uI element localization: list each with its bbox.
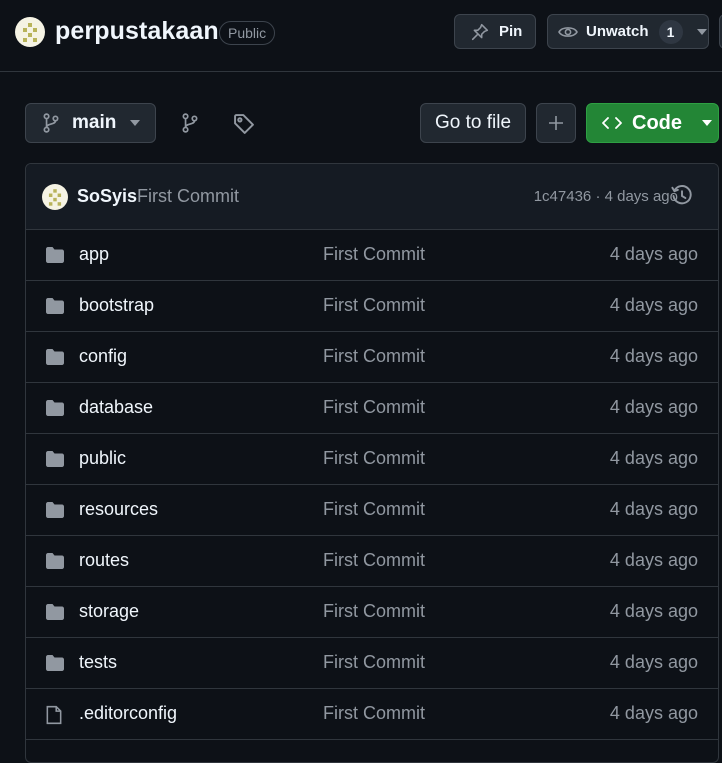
file-commit-message-link[interactable]: First Commit — [323, 448, 425, 469]
table-row[interactable]: bootstrap First Commit 4 days ago — [26, 281, 718, 332]
file-commit-message-link[interactable]: First Commit — [323, 346, 425, 367]
folder-icon — [45, 654, 65, 677]
file-commit-date: 4 days ago — [609, 295, 698, 315]
code-icon — [602, 117, 622, 129]
file-name-link[interactable]: config — [79, 346, 127, 367]
table-row[interactable]: config First Commit 4 days ago — [26, 332, 718, 383]
file-name-link[interactable]: storage — [79, 601, 139, 622]
folder-icon — [45, 399, 65, 422]
table-row[interactable]: tests First Commit 4 days ago — [26, 638, 718, 689]
owner-avatar[interactable] — [15, 17, 45, 47]
table-row[interactable]: public First Commit 4 days ago — [26, 434, 718, 485]
code-label: Code — [632, 111, 682, 134]
code-button[interactable]: Code — [586, 103, 719, 143]
file-commit-message-link[interactable]: First Commit — [323, 244, 425, 265]
table-row[interactable]: routes First Commit 4 days ago — [26, 536, 718, 587]
chevron-down-icon — [696, 28, 707, 35]
unwatch-label: Unwatch — [586, 23, 649, 40]
tag-icon[interactable] — [233, 113, 255, 135]
file-commit-date: 4 days ago — [609, 550, 698, 570]
folder-icon — [45, 501, 65, 524]
file-name-link[interactable]: routes — [79, 550, 129, 571]
table-row[interactable]: storage First Commit 4 days ago — [26, 587, 718, 638]
file-commit-date: 4 days ago — [609, 601, 698, 621]
branch-selector[interactable]: main — [25, 103, 156, 143]
folder-icon — [45, 348, 65, 371]
branch-name: main — [72, 112, 117, 133]
file-name-link[interactable]: public — [79, 448, 126, 469]
chevron-down-icon — [130, 120, 141, 126]
folder-icon — [45, 552, 65, 575]
file-commit-message-link[interactable]: First Commit — [323, 601, 425, 622]
file-icon — [45, 705, 63, 730]
file-commit-date: 4 days ago — [609, 652, 698, 672]
file-name-link[interactable]: database — [79, 397, 153, 418]
file-browser-table: SoSyis First Commit 1c47436 · 4 days ago… — [25, 163, 719, 763]
table-row[interactable]: app First Commit 4 days ago — [26, 230, 718, 281]
eye-icon — [558, 26, 578, 37]
author-avatar[interactable] — [42, 184, 68, 210]
pin-label: Pin — [499, 23, 523, 40]
file-commit-date: 4 days ago — [609, 499, 698, 519]
file-commit-date: 4 days ago — [609, 397, 698, 417]
branches-icon[interactable] — [180, 113, 200, 133]
file-commit-date: 4 days ago — [609, 346, 698, 366]
file-commit-date: 4 days ago — [609, 244, 698, 264]
watch-count-badge: 1 — [658, 19, 683, 44]
folder-icon — [45, 450, 65, 473]
unwatch-button[interactable]: Unwatch 1 — [547, 14, 709, 49]
latest-commit-bar: SoSyis First Commit 1c47436 · 4 days ago — [26, 164, 718, 230]
file-commit-date: 4 days ago — [609, 448, 698, 468]
visibility-badge: Public — [219, 21, 276, 45]
file-commit-message-link[interactable]: First Commit — [323, 652, 425, 673]
file-name-link[interactable]: resources — [79, 499, 158, 520]
folder-icon — [45, 246, 65, 269]
file-commit-message-link[interactable]: First Commit — [323, 397, 425, 418]
file-name-link[interactable]: bootstrap — [79, 295, 154, 316]
table-row[interactable]: .editorconfig First Commit 4 days ago — [26, 689, 718, 740]
file-commit-message-link[interactable]: First Commit — [323, 295, 425, 316]
pin-icon — [471, 23, 489, 40]
file-name-link[interactable]: tests — [79, 652, 117, 673]
pin-button[interactable]: Pin — [454, 14, 536, 49]
plus-icon — [549, 116, 563, 130]
folder-icon — [45, 603, 65, 626]
branch-icon — [43, 113, 59, 133]
table-row[interactable]: resources First Commit 4 days ago — [26, 485, 718, 536]
folder-icon — [45, 297, 65, 320]
commit-author-link[interactable]: SoSyis — [77, 186, 137, 207]
file-name-link[interactable]: app — [79, 244, 109, 265]
history-icon[interactable] — [671, 185, 693, 207]
file-commit-message-link[interactable]: First Commit — [323, 550, 425, 571]
repo-name-link[interactable]: perpustakaan — [55, 17, 219, 46]
go-to-file-button[interactable]: Go to file — [420, 103, 526, 143]
commit-message-link[interactable]: First Commit — [137, 186, 239, 207]
chevron-down-icon — [702, 120, 712, 126]
repo-header: perpustakaan Public Pin Unwatch 1 — [0, 0, 722, 72]
commit-hash-and-time[interactable]: 1c47436 · 4 days ago — [534, 188, 678, 205]
file-commit-message-link[interactable]: First Commit — [323, 499, 425, 520]
table-row[interactable]: database First Commit 4 days ago — [26, 383, 718, 434]
add-file-button[interactable] — [536, 103, 576, 143]
